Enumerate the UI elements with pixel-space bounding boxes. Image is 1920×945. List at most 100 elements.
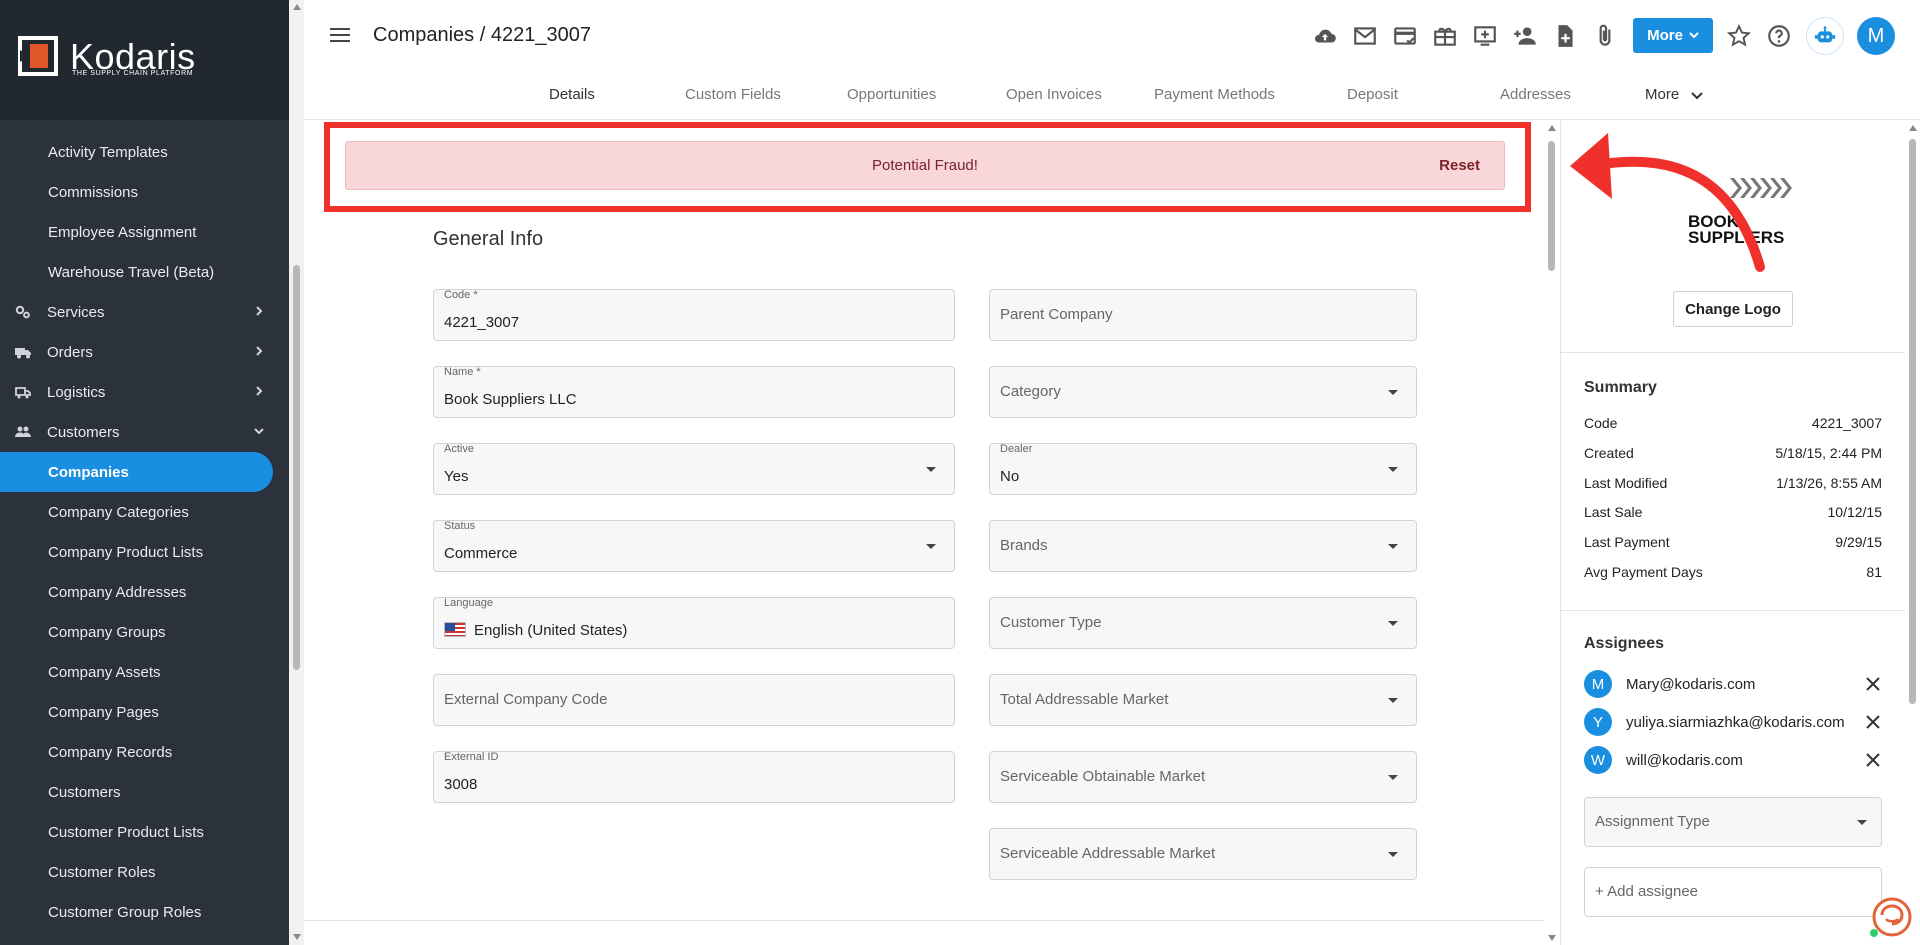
sidebar-item-company-records[interactable]: Company Records bbox=[0, 732, 273, 772]
tab-more[interactable]: More bbox=[1645, 86, 1704, 103]
tab-custom-fields[interactable]: Custom Fields bbox=[685, 86, 781, 103]
sidebar-item-customers[interactable]: Customers bbox=[0, 412, 273, 452]
scroll-up-arrow-icon[interactable] bbox=[1909, 125, 1917, 131]
sidebar-item-customer-product-lists[interactable]: Customer Product Lists bbox=[0, 812, 273, 852]
sidebar-item-companies[interactable]: Companies bbox=[0, 452, 273, 492]
page-breadcrumb: Companies / 4221_3007 bbox=[373, 24, 591, 46]
sidebar-item-label: Employee Assignment bbox=[48, 223, 197, 241]
sidebar-item-customer-group-roles[interactable]: Customer Group Roles bbox=[0, 892, 273, 932]
chat-support-icon[interactable] bbox=[1868, 895, 1912, 939]
tab-details[interactable]: Details bbox=[549, 86, 595, 103]
sidebar-item-employee-assignment[interactable]: Employee Assignment bbox=[0, 212, 273, 252]
remove-assignee-close-icon[interactable] bbox=[1864, 713, 1882, 731]
main-scrollbar[interactable] bbox=[1544, 121, 1559, 945]
add-assignee-input[interactable]: + Add assignee bbox=[1584, 867, 1882, 917]
code-field[interactable]: Code * 4221_3007 bbox=[433, 289, 955, 341]
field-label: Active bbox=[444, 443, 474, 455]
dealer-select[interactable]: Dealer No bbox=[989, 443, 1417, 495]
tab-addresses[interactable]: Addresses bbox=[1500, 86, 1571, 103]
star-icon[interactable] bbox=[1726, 23, 1752, 49]
right-scroll-thumb[interactable] bbox=[1909, 139, 1916, 704]
assignees-title: Assignees bbox=[1584, 635, 1665, 652]
payment-card-icon[interactable] bbox=[1392, 23, 1418, 49]
total-addressable-market-select[interactable]: Total Addressable Market bbox=[989, 674, 1417, 726]
tab-opportunities[interactable]: Opportunities bbox=[847, 86, 936, 103]
reset-button[interactable]: Reset bbox=[1439, 157, 1480, 174]
sidebar-item-warehouse-travel-beta[interactable]: Warehouse Travel (Beta) bbox=[0, 252, 273, 292]
sidebar-item-customer-roles[interactable]: Customer Roles bbox=[0, 852, 273, 892]
summary-label: Last Payment bbox=[1584, 534, 1670, 551]
scroll-down-arrow-icon[interactable] bbox=[1548, 935, 1556, 941]
more-actions-button[interactable]: More bbox=[1633, 18, 1713, 53]
shipping-icon bbox=[15, 387, 31, 399]
name-field[interactable]: Name * Book Suppliers LLC bbox=[433, 366, 955, 418]
assistant-bot-button[interactable] bbox=[1806, 17, 1844, 55]
sidebar-item-commissions[interactable]: Commissions bbox=[0, 172, 273, 212]
sidebar: Kodaris THE SUPPLY CHAIN PLATFORM Activi… bbox=[0, 0, 289, 945]
cloud-upload-icon[interactable] bbox=[1312, 23, 1338, 49]
sidebar-item-company-pages[interactable]: Company Pages bbox=[0, 692, 273, 732]
sidebar-item-logistics[interactable]: Logistics bbox=[0, 372, 273, 412]
add-assignee-placeholder: + Add assignee bbox=[1595, 883, 1699, 900]
remove-assignee-close-icon[interactable] bbox=[1864, 751, 1882, 769]
sidebar-item-company-groups[interactable]: Company Groups bbox=[0, 612, 273, 652]
summary-value: 5/18/15, 2:44 PM bbox=[1775, 444, 1882, 461]
tab-open-invoices[interactable]: Open Invoices bbox=[1006, 86, 1102, 103]
status-select[interactable]: Status Commerce bbox=[433, 520, 955, 572]
category-select[interactable]: Category bbox=[989, 366, 1417, 418]
summary-value: 10/12/15 bbox=[1827, 504, 1883, 521]
sidebar-item-company-addresses[interactable]: Company Addresses bbox=[0, 572, 273, 612]
assignment-type-select[interactable]: Assignment Type bbox=[1584, 797, 1882, 847]
tab-deposit[interactable]: Deposit bbox=[1347, 86, 1398, 103]
logo-text-line2: SUPPLIERS bbox=[1688, 228, 1785, 247]
field-placeholder: Total Addressable Market bbox=[1000, 691, 1169, 708]
remove-assignee-close-icon[interactable] bbox=[1864, 675, 1882, 693]
external-id-field[interactable]: External ID 3008 bbox=[433, 751, 955, 803]
add-document-icon[interactable] bbox=[1552, 23, 1578, 49]
summary-row: Last Modified 1/13/26, 8:55 AM bbox=[1584, 475, 1882, 497]
serviceable-obtainable-market-select[interactable]: Serviceable Obtainable Market bbox=[989, 751, 1417, 803]
right-panel-scrollbar[interactable] bbox=[1905, 121, 1920, 945]
serviceable-addressable-market-select[interactable]: Serviceable Addressable Market bbox=[989, 828, 1417, 880]
brand-logo[interactable]: Kodaris THE SUPPLY CHAIN PLATFORM bbox=[0, 0, 289, 120]
sidebar-item-activity-templates[interactable]: Activity Templates bbox=[0, 132, 273, 172]
active-select[interactable]: Active Yes bbox=[433, 443, 955, 495]
tab-more-label: More bbox=[1645, 86, 1680, 103]
summary-label: Code bbox=[1584, 415, 1618, 431]
field-label: Code * bbox=[444, 289, 478, 301]
sidebar-item-orders[interactable]: Orders bbox=[0, 332, 273, 372]
sidebar-item-customers[interactable]: Customers bbox=[0, 772, 273, 812]
gift-icon[interactable] bbox=[1432, 23, 1458, 49]
add-screen-icon[interactable] bbox=[1472, 23, 1498, 49]
chevron-right-icon bbox=[256, 306, 263, 316]
scroll-up-arrow-icon[interactable] bbox=[293, 4, 301, 10]
sidebar-item-company-categories[interactable]: Company Categories bbox=[0, 492, 273, 532]
menu-icon[interactable] bbox=[330, 27, 350, 43]
external-company-code-field[interactable]: External Company Code bbox=[433, 674, 955, 726]
dropdown-arrow-icon bbox=[1388, 775, 1398, 780]
customer-type-select[interactable]: Customer Type bbox=[989, 597, 1417, 649]
sidebar-item-company-assets[interactable]: Company Assets bbox=[0, 652, 273, 692]
brands-select[interactable]: Brands bbox=[989, 520, 1417, 572]
scroll-up-arrow-icon[interactable] bbox=[1548, 125, 1556, 131]
tab-bar: Details Custom Fields Opportunities Open… bbox=[304, 72, 1920, 120]
sidebar-scroll-thumb[interactable] bbox=[293, 265, 300, 670]
change-logo-button[interactable]: Change Logo bbox=[1673, 291, 1793, 327]
user-avatar[interactable]: M bbox=[1857, 17, 1895, 55]
language-field[interactable]: Language English (United States) bbox=[433, 597, 955, 649]
tab-payment-methods[interactable]: Payment Methods bbox=[1154, 86, 1275, 103]
parent-company-field[interactable]: Parent Company bbox=[989, 289, 1417, 341]
mail-icon[interactable] bbox=[1352, 23, 1378, 49]
sidebar-item-label: Customer Group Roles bbox=[48, 903, 202, 921]
add-person-icon[interactable] bbox=[1512, 23, 1538, 49]
scroll-down-arrow-icon[interactable] bbox=[293, 934, 301, 940]
summary-value: 1/13/26, 8:55 AM bbox=[1776, 474, 1882, 491]
help-icon[interactable] bbox=[1766, 23, 1792, 49]
people-icon bbox=[15, 426, 31, 437]
sidebar-item-services[interactable]: Services bbox=[0, 292, 273, 332]
attachment-icon[interactable] bbox=[1592, 23, 1618, 49]
sidebar-scrollbar[interactable] bbox=[289, 0, 304, 945]
sidebar-item-company-product-lists[interactable]: Company Product Lists bbox=[0, 532, 273, 572]
main-scroll-thumb[interactable] bbox=[1548, 141, 1555, 271]
divider bbox=[304, 920, 1544, 921]
